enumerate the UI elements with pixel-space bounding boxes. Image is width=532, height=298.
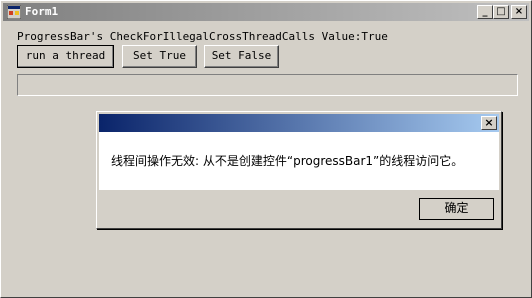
main-window: Form1 _ □ × ProgressBar's CheckForIllega…: [0, 0, 532, 298]
run-thread-button[interactable]: run a thread: [17, 45, 114, 68]
ok-button[interactable]: 确定: [419, 198, 494, 220]
message-box-close-button[interactable]: ×: [481, 116, 497, 130]
minimize-button[interactable]: _: [477, 5, 493, 19]
set-false-button[interactable]: Set False: [204, 45, 279, 68]
window-title: Form1: [25, 5, 59, 18]
error-message-box: × 线程间操作无效: 从不是创建控件“progressBar1”的线程访问它。 …: [96, 111, 502, 229]
window-titlebar[interactable]: Form1 _ □ ×: [3, 3, 529, 21]
minimize-icon: _: [482, 6, 488, 17]
set-true-button[interactable]: Set True: [122, 45, 197, 68]
form-app-icon: [7, 5, 21, 19]
message-box-titlebar[interactable]: ×: [99, 114, 499, 132]
progress-bar: [17, 74, 518, 96]
close-icon: ×: [484, 116, 494, 129]
cross-thread-status-label: ProgressBar's CheckForIllegalCrossThread…: [17, 30, 388, 43]
message-box-body: 线程间操作无效: 从不是创建控件“progressBar1”的线程访问它。: [99, 132, 499, 190]
maximize-icon: □: [496, 6, 506, 17]
maximize-button[interactable]: □: [493, 5, 509, 19]
close-button[interactable]: ×: [511, 5, 527, 19]
close-icon: ×: [514, 6, 524, 17]
error-message-text: 线程间操作无效: 从不是创建控件“progressBar1”的线程访问它。: [111, 154, 464, 168]
